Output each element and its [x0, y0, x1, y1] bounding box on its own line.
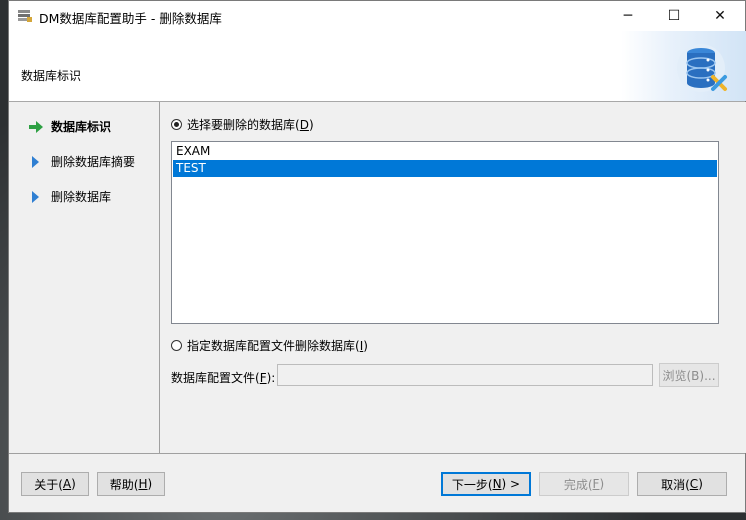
window-title: DM数据库配置助手 - 删除数据库: [39, 11, 222, 26]
list-item[interactable]: EXAM: [173, 143, 717, 160]
page-title: 数据库标识: [21, 69, 82, 83]
wizard-header: 数据库标识: [9, 31, 746, 102]
maximize-button[interactable]: ☐: [651, 1, 697, 31]
nav-step-delete-summary[interactable]: 删除数据库摘要: [29, 153, 135, 170]
nav-step-delete-db[interactable]: 删除数据库: [29, 188, 111, 205]
nav-step-label: 数据库标识: [51, 120, 112, 134]
blue-triangle-icon: [32, 190, 39, 203]
browse-button[interactable]: 浏览(B)...: [659, 363, 719, 387]
wizard-steps: 数据库标识 删除数据库摘要 删除数据库: [9, 102, 160, 453]
app-icon: [18, 10, 32, 22]
finish-button[interactable]: 完成(F): [539, 472, 629, 496]
footer-divider: [9, 453, 745, 454]
list-item[interactable]: TEST: [173, 160, 717, 177]
database-list[interactable]: EXAM TEST: [171, 141, 719, 324]
config-file-label: 数据库配置文件(F):: [171, 371, 276, 385]
nav-step-label: 删除数据库摘要: [51, 155, 136, 169]
help-button[interactable]: 帮助(H): [97, 472, 165, 496]
select-db-radio[interactable]: [171, 119, 182, 130]
maximize-icon: ☐: [667, 8, 681, 24]
config-file-input[interactable]: [277, 364, 653, 386]
header-banner: [621, 31, 746, 101]
wizard-window: DM数据库配置助手 - 删除数据库 ─ ☐ ✕ 数据库标识 数据库标识 删除数据…: [8, 0, 746, 513]
database-icon: [677, 44, 727, 92]
blue-triangle-icon: [32, 155, 39, 168]
minimize-button[interactable]: ─: [605, 1, 651, 31]
about-button[interactable]: 关于(A): [21, 472, 89, 496]
select-db-label: 选择要删除的数据库(D): [187, 118, 314, 132]
nav-step-db-identity[interactable]: 数据库标识: [29, 118, 111, 135]
config-file-radio[interactable]: [171, 340, 182, 351]
green-arrow-icon: [29, 120, 43, 133]
config-file-option-label: 指定数据库配置文件删除数据库(I): [187, 339, 368, 353]
nav-step-label: 删除数据库: [51, 190, 112, 204]
next-button[interactable]: 下一步(N) >: [441, 472, 531, 496]
main-content: 选择要删除的数据库(D) EXAM TEST 指定数据库配置文件删除数据库(I)…: [160, 102, 746, 453]
select-db-option[interactable]: 选择要删除的数据库(D): [171, 116, 314, 133]
close-icon: ✕: [714, 8, 726, 24]
config-file-option[interactable]: 指定数据库配置文件删除数据库(I): [171, 337, 368, 354]
minimize-icon: ─: [623, 8, 633, 24]
title-bar[interactable]: DM数据库配置助手 - 删除数据库 ─ ☐ ✕: [9, 1, 745, 31]
cancel-button[interactable]: 取消(C): [637, 472, 727, 496]
close-button[interactable]: ✕: [697, 1, 743, 31]
